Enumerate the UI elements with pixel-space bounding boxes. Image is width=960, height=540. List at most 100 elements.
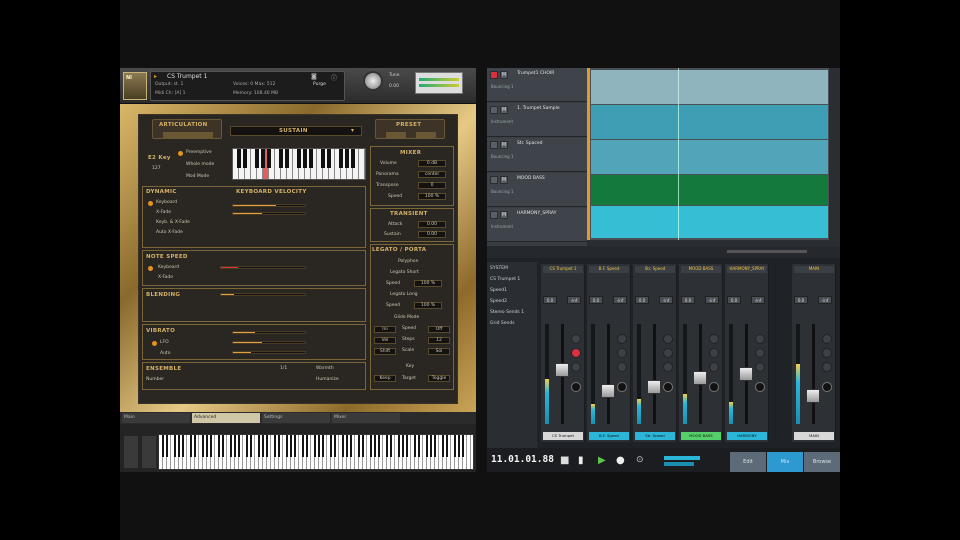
black-key[interactable]: [305, 435, 309, 457]
keep-button[interactable]: Keep: [374, 375, 396, 382]
black-key[interactable]: [345, 149, 349, 168]
vibrato-option[interactable]: LFO: [160, 340, 169, 345]
mute-button[interactable]: M: [500, 211, 508, 219]
black-key[interactable]: [433, 435, 437, 457]
plugin-tab-main[interactable]: Main: [122, 413, 190, 423]
volume-fader[interactable]: [806, 388, 820, 403]
mixer-nav-item[interactable]: Grid Sends: [490, 321, 515, 326]
mixer-nav-item[interactable]: Stereo Sends 1: [490, 310, 524, 315]
articulation-select[interactable]: SUSTAIN ▾: [230, 126, 362, 136]
attack-value[interactable]: 0.00: [418, 221, 446, 228]
black-key[interactable]: [245, 435, 249, 457]
midi-label[interactable]: Midi Ch: [A] 1: [155, 91, 186, 96]
gain-readout[interactable]: 0.0: [794, 296, 808, 304]
clip-trumpet-choir[interactable]: [591, 70, 828, 104]
channel-label[interactable]: Str. Speed: [635, 432, 675, 440]
articulation-button[interactable]: [163, 132, 213, 138]
legato-long-toggle[interactable]: Legato Long: [390, 292, 418, 297]
vibrato-rate-slider[interactable]: [232, 341, 306, 344]
legato-long-speed[interactable]: 100 %: [414, 302, 442, 309]
volume-fader[interactable]: [601, 384, 615, 399]
black-key[interactable]: [297, 149, 301, 168]
solo-button[interactable]: [617, 348, 627, 358]
black-key[interactable]: [361, 435, 365, 457]
info-icon[interactable]: ⓘ: [331, 73, 337, 82]
camera-icon[interactable]: ◙: [311, 73, 317, 80]
black-key[interactable]: [201, 435, 205, 457]
plugin-tab-mixer[interactable]: Mixer: [332, 413, 400, 423]
black-key[interactable]: [165, 435, 169, 457]
radio-dot-icon[interactable]: [148, 201, 153, 206]
record-arm-button[interactable]: [571, 362, 581, 372]
fader-track[interactable]: [607, 324, 610, 424]
output-label[interactable]: Output: st. 1: [155, 82, 183, 87]
time-display[interactable]: 11.01.01.88: [491, 454, 554, 465]
black-key[interactable]: [401, 435, 405, 457]
record-icon[interactable]: ●: [616, 455, 625, 466]
white-key[interactable]: [359, 149, 365, 179]
black-key[interactable]: [429, 435, 433, 457]
dynamic-option[interactable]: Keyboard: [156, 200, 177, 205]
solo-button[interactable]: [663, 348, 673, 358]
ensemble-humanize[interactable]: Humanize: [316, 377, 339, 382]
mute-button[interactable]: M: [500, 141, 508, 149]
instrument-expand-icon[interactable]: ▸: [154, 73, 157, 80]
black-key[interactable]: [193, 435, 197, 457]
grid-cell[interactable]: 12: [428, 337, 450, 344]
solo-button[interactable]: [571, 348, 581, 358]
mixer-nav-item[interactable]: CS Trumpet 1: [490, 277, 520, 282]
mute-button[interactable]: [663, 334, 673, 344]
black-key[interactable]: [309, 149, 313, 168]
ensemble-value[interactable]: 1/1: [280, 366, 287, 371]
preset-load-button[interactable]: [386, 132, 406, 138]
black-key[interactable]: [327, 149, 331, 168]
dynamic-option[interactable]: Auto X-Fade: [156, 230, 183, 235]
instrument-name[interactable]: CS Trumpet 1: [167, 73, 207, 80]
toggle-button[interactable]: Toggle: [428, 375, 450, 382]
black-key[interactable]: [293, 435, 297, 457]
tab-mix[interactable]: Mix: [767, 452, 803, 472]
mod-wheel[interactable]: [142, 436, 156, 468]
tab-edit[interactable]: Edit: [730, 452, 766, 472]
track-name[interactable]: MOOD BASS: [517, 176, 545, 181]
black-key[interactable]: [313, 435, 317, 457]
black-key[interactable]: [441, 435, 445, 457]
velocity-curve-slider[interactable]: [232, 212, 306, 215]
track-row[interactable]: M MOOD BASS Bouncing 1: [487, 173, 587, 207]
velocity-slider[interactable]: [232, 204, 306, 207]
black-key[interactable]: [357, 435, 361, 457]
black-key[interactable]: [303, 149, 307, 168]
black-key[interactable]: [249, 435, 253, 457]
radio-dot-icon[interactable]: [152, 341, 157, 346]
track-name[interactable]: 1. Trumpet Sample: [517, 106, 560, 111]
legato-short-toggle[interactable]: Legato Short: [390, 270, 419, 275]
volume-value[interactable]: 0 dB: [418, 160, 446, 167]
mute-button[interactable]: [822, 334, 832, 344]
gain-readout[interactable]: 0.0: [681, 296, 695, 304]
black-key[interactable]: [425, 435, 429, 457]
black-key[interactable]: [389, 435, 393, 457]
transpose-value[interactable]: 0: [418, 182, 446, 189]
black-key[interactable]: [257, 435, 261, 457]
volume-fader[interactable]: [555, 362, 569, 377]
pan-knob[interactable]: [617, 382, 627, 392]
black-key[interactable]: [321, 149, 325, 168]
arrange-scrollbar[interactable]: [487, 246, 840, 258]
black-key[interactable]: [243, 149, 247, 168]
plugin-tab-advanced[interactable]: Advanced: [192, 413, 260, 423]
tab-browse[interactable]: Browse: [804, 452, 840, 472]
mute-button[interactable]: M: [500, 176, 508, 184]
black-key[interactable]: [461, 435, 465, 457]
black-key[interactable]: [397, 435, 401, 457]
black-key[interactable]: [209, 435, 213, 457]
black-key[interactable]: [329, 435, 333, 457]
black-key[interactable]: [339, 149, 343, 168]
black-key[interactable]: [229, 435, 233, 457]
record-arm-button[interactable]: [709, 362, 719, 372]
track-name[interactable]: HARMONY_SPRAY: [517, 211, 556, 216]
pan-knob[interactable]: [755, 382, 765, 392]
track-row[interactable]: M 1. Trumpet Sample Instrument: [487, 103, 587, 137]
record-arm-button[interactable]: [490, 141, 498, 149]
metronome-icon[interactable]: ⊙: [636, 455, 644, 465]
black-key[interactable]: [341, 435, 345, 457]
